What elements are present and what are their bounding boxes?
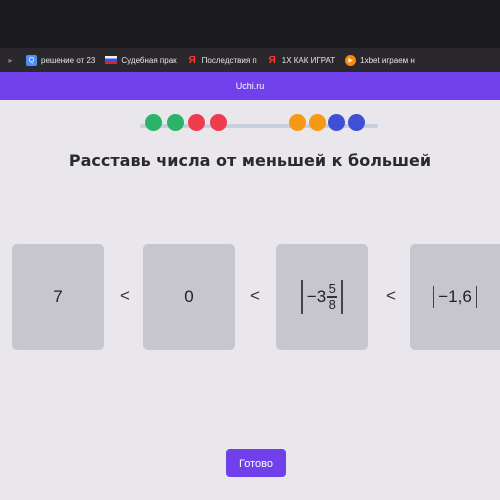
number-card-abs-decimal[interactable]: −1,6 <box>410 244 500 350</box>
tab-label: решение от 23 <box>41 55 96 65</box>
card-value: −1,6 <box>438 287 472 306</box>
flag-icon <box>105 56 118 64</box>
fraction-numerator: 5 <box>328 281 336 297</box>
number-card-0[interactable]: 0 <box>143 244 235 350</box>
search-icon: Q <box>26 54 37 66</box>
progress-dot <box>328 114 345 131</box>
play-icon: ▶ <box>345 54 357 66</box>
abs-bar-right <box>475 286 478 308</box>
progress-dot <box>145 114 162 131</box>
less-than-sign: < <box>386 286 396 305</box>
progress-indicator <box>140 110 380 132</box>
monitor-bezel <box>0 0 500 48</box>
tab-search[interactable]: Q решение от 23 <box>21 48 100 72</box>
abs-bar-right <box>341 280 344 314</box>
task-title: Расставь числа от меньшей к большей <box>68 151 432 170</box>
number-card-7[interactable]: 7 <box>12 244 104 350</box>
address-bar[interactable]: Uchi.ru <box>0 72 500 100</box>
site-name: Uchi.ru <box>235 81 265 91</box>
less-than-sign: < <box>250 286 260 305</box>
less-than-sign: < <box>120 286 130 305</box>
yandex-icon: Я <box>188 54 196 66</box>
tab-favicon-icon: ▸ <box>8 55 13 65</box>
progress-dot <box>348 114 365 131</box>
card-value: 7 <box>53 287 63 306</box>
tab-label: Судебная прак <box>121 55 177 65</box>
yandex-icon: Я <box>268 54 276 66</box>
progress-dot <box>289 114 306 131</box>
tab-label: Последствия п <box>201 55 257 65</box>
tab-consequences[interactable]: Я Последствия п <box>182 48 262 72</box>
tab-label: 1Х КАК ИГРАТ <box>281 55 336 65</box>
fraction-denominator: 8 <box>328 296 336 312</box>
tab-court[interactable]: Судебная прак <box>100 48 181 72</box>
abs-bar-left <box>300 280 303 314</box>
progress-dot <box>210 114 227 131</box>
tab-label: 1xbet играем н <box>360 55 415 65</box>
progress-dot <box>309 114 326 131</box>
abs-bar-left <box>432 286 435 308</box>
progress-dot <box>167 114 184 131</box>
fraction: 5 8 <box>327 281 338 312</box>
tab-1xbet[interactable]: ▶ 1xbet играем н <box>340 48 420 72</box>
browser-tab-bar: ▸ Q решение от 23 Судебная прак Я Послед… <box>0 48 500 72</box>
number-card-abs-mixed[interactable]: −3 5 8 <box>276 244 368 350</box>
card-value: 0 <box>184 287 194 306</box>
progress-dot <box>188 114 205 131</box>
tab-1x[interactable]: Я 1Х КАК ИГРАТ <box>262 48 340 72</box>
done-button[interactable]: Готово <box>226 449 286 477</box>
tab-partial[interactable]: ▸ <box>0 48 21 72</box>
mixed-whole: −3 <box>306 287 327 306</box>
